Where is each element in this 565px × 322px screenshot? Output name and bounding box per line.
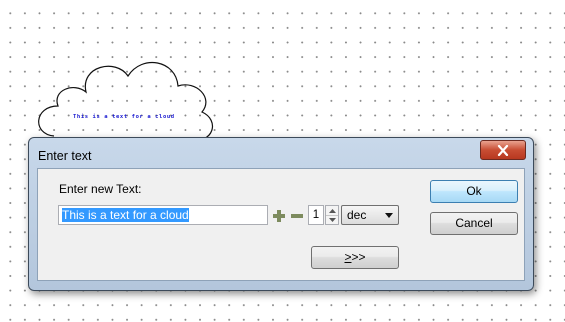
increase-button[interactable] (272, 208, 286, 222)
chevron-up-icon (328, 208, 336, 213)
count-spinner (325, 205, 339, 225)
dialog-body: Enter new Text: This is a text for a clo… (37, 168, 525, 281)
spin-down-button[interactable] (326, 215, 338, 224)
text-input[interactable]: This is a text for a cloud (58, 205, 268, 225)
close-button[interactable] (480, 140, 526, 160)
dialog-title: Enter text (38, 149, 92, 163)
cancel-button[interactable]: Cancel (430, 212, 518, 235)
enter-text-dialog: Enter text Enter new Text: This is a tex… (28, 137, 534, 291)
expand-button[interactable]: >>> (311, 246, 399, 269)
expand-button-label: >> (351, 250, 366, 264)
ok-button[interactable]: Ok (430, 180, 518, 203)
unit-select-value: dec (347, 208, 367, 222)
chevron-down-icon (328, 217, 336, 222)
selected-text: This is a text for a cloud (62, 208, 189, 222)
dropdown-arrow-icon (385, 213, 393, 218)
cloud-shape[interactable] (30, 48, 220, 143)
minus-icon (291, 214, 303, 218)
plus-icon (273, 210, 285, 222)
decrease-button[interactable] (290, 208, 304, 222)
expand-button-mnemonic: > (344, 250, 352, 264)
close-icon (497, 144, 509, 156)
dialog-titlebar[interactable]: Enter text (29, 138, 533, 168)
prompt-label: Enter new Text: (59, 182, 142, 196)
count-input[interactable]: 1 (308, 205, 324, 225)
unit-select[interactable]: dec (341, 205, 399, 225)
cloud-text: This is a text for a cloud (73, 114, 175, 120)
